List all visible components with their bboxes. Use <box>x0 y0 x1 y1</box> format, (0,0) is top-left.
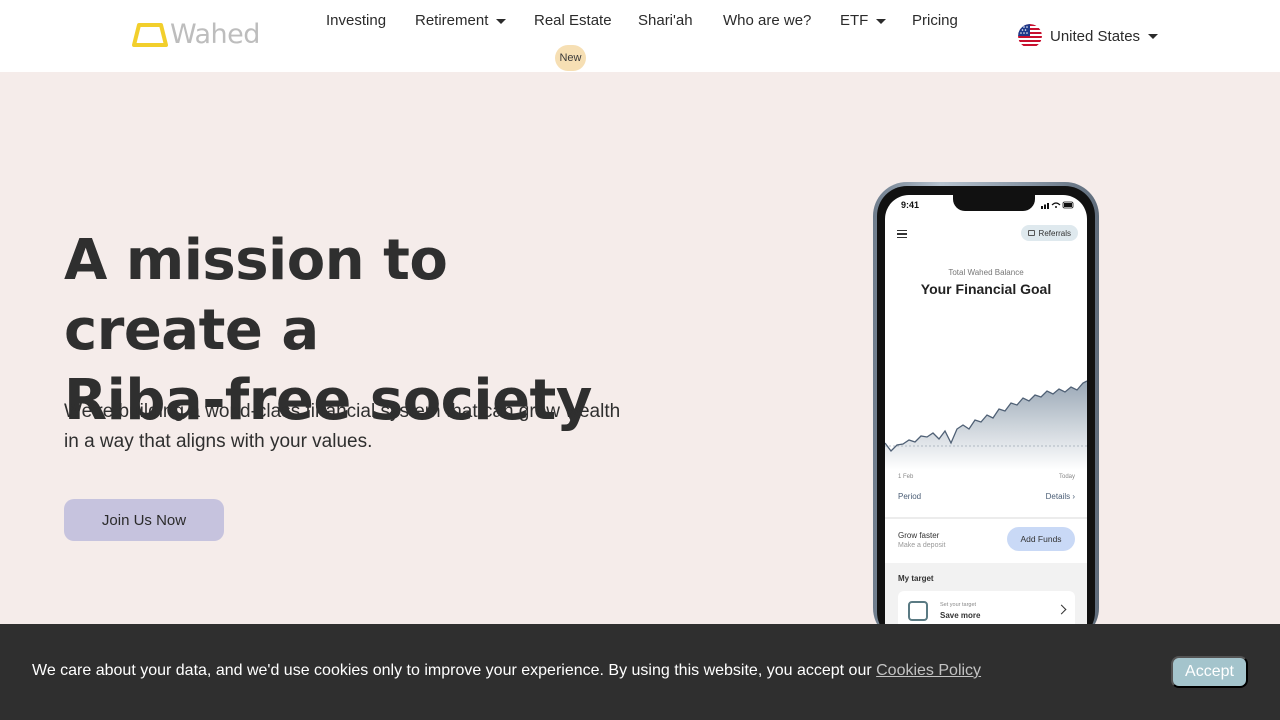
logo-mark-icon <box>132 23 168 47</box>
join-us-now-button[interactable]: Join Us Now <box>64 499 224 541</box>
nav-shariah[interactable]: Shari'ah <box>638 12 693 30</box>
phone-screen: 9:41 Referrals Total Wahed Balance Your … <box>885 195 1087 642</box>
nav-pricing[interactable]: Pricing <box>912 12 958 30</box>
cookie-message: We care about your data, and we'd use co… <box>32 662 872 679</box>
nav-real-estate[interactable]: Real Estate <box>534 12 612 30</box>
hero-title-line-1: A mission to create a <box>64 228 448 363</box>
chevron-right-icon: › <box>1072 492 1075 501</box>
details-link: Details › <box>1045 492 1075 501</box>
chart-axis-start: 1 Feb <box>898 474 914 480</box>
status-bar-icons <box>1041 201 1074 209</box>
caret-down-icon <box>1148 33 1159 39</box>
wahed-logo[interactable]: Wahed <box>131 19 260 50</box>
period-row: Period Details › <box>898 492 1075 501</box>
menu-icon <box>897 230 907 238</box>
gift-icon <box>1027 230 1035 236</box>
nav-real-estate-label: Real Estate <box>534 12 612 29</box>
target-icon <box>908 601 928 621</box>
nav-who-are-we[interactable]: Who are we? <box>723 12 811 30</box>
new-badge: New <box>555 45 586 71</box>
nav-retirement[interactable]: Retirement <box>415 12 507 30</box>
referrals-label: Referrals <box>1038 228 1071 238</box>
nav-shariah-label: Shari'ah <box>638 12 693 29</box>
country-selector[interactable]: United States <box>1018 24 1159 48</box>
logo-text: Wahed <box>170 19 260 50</box>
cookie-banner: We care about your data, and we'd use co… <box>0 624 1280 720</box>
nav-etf[interactable]: ETF <box>840 12 887 30</box>
phone-notch <box>953 195 1035 211</box>
nav-investing[interactable]: Investing <box>326 12 386 30</box>
nav-pricing-label: Pricing <box>912 12 958 29</box>
cookies-policy-link[interactable]: Cookies Policy <box>876 662 981 679</box>
chart-axis-end: Today <box>1058 474 1075 480</box>
grow-faster-title: Grow faster <box>898 531 940 540</box>
target-main-text: Save more <box>940 611 981 620</box>
phone-mockup: 9:41 Referrals Total Wahed Balance Your … <box>873 182 1099 642</box>
caret-down-icon <box>876 18 887 24</box>
accept-cookies-button[interactable]: Accept <box>1171 656 1248 688</box>
balance-label: Total Wahed Balance <box>948 268 1024 277</box>
divider <box>885 517 1087 519</box>
chart-area <box>885 381 1087 470</box>
nav-investing-label: Investing <box>326 12 387 29</box>
add-funds-button: Add Funds <box>1007 527 1075 551</box>
cookie-text: We care about your data, and we'd use co… <box>32 662 981 680</box>
my-target-label: My target <box>898 574 934 583</box>
nav-etf-label: ETF <box>840 12 869 29</box>
nav-who-are-we-label: Who are we? <box>723 12 812 29</box>
chevron-right-icon <box>1056 604 1067 615</box>
target-small-text: Set your target <box>940 602 977 608</box>
caret-down-icon <box>496 18 507 24</box>
status-time: 9:41 <box>901 200 920 210</box>
referrals-pill: Referrals <box>1020 225 1078 241</box>
balance-chart <box>885 380 1087 470</box>
country-label: United States <box>1050 27 1141 45</box>
nav-retirement-label: Retirement <box>415 12 489 29</box>
top-nav: Wahed Investing Retirement Real Estate S… <box>0 0 1280 72</box>
grow-faster-subtitle: Make a deposit <box>898 542 946 549</box>
period-label: Period <box>898 492 922 501</box>
financial-goal: Your Financial Goal <box>920 281 1052 297</box>
us-flag-icon <box>1018 24 1042 48</box>
hero-subtitle: We’re building a world-class financial s… <box>64 401 621 452</box>
